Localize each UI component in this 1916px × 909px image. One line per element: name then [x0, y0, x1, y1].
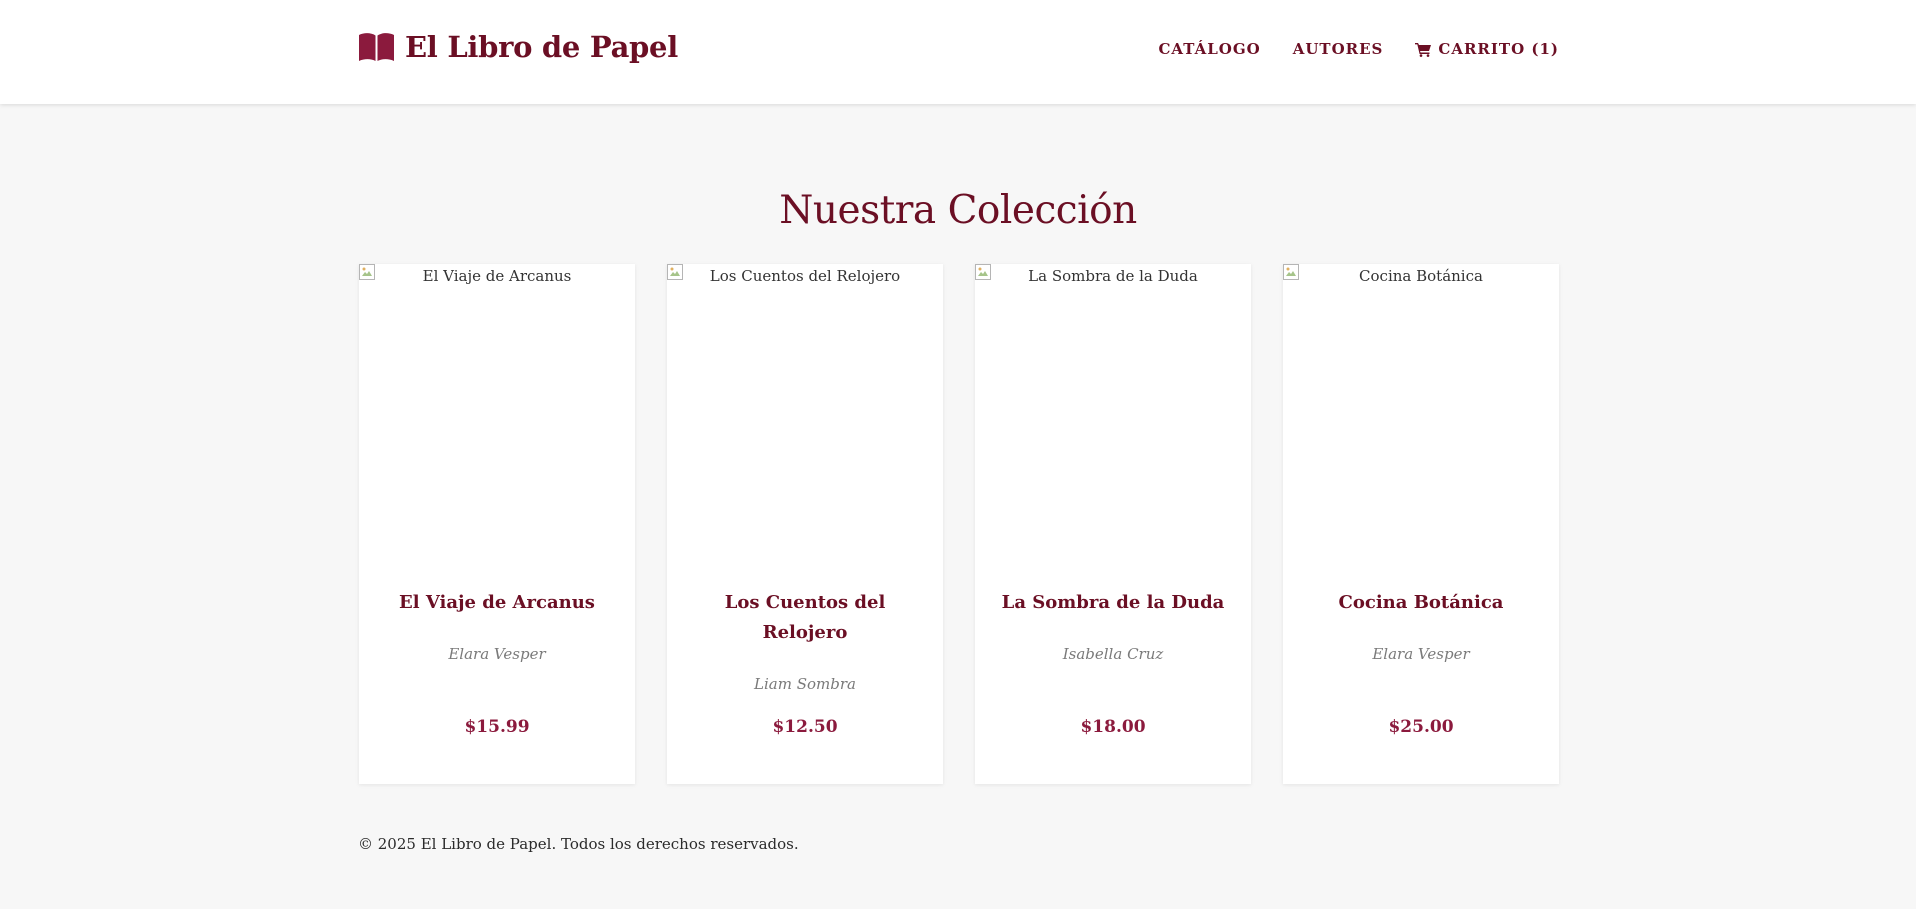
book-price: $15.99 — [464, 717, 530, 737]
cover-alt-text: Los Cuentos del Relojero — [709, 267, 901, 285]
cover-alt-text: El Viaje de Arcanus — [422, 267, 572, 285]
book-card[interactable]: El Viaje de Arcanus El Viaje de Arcanus … — [359, 264, 635, 784]
main-nav: CATÁLOGO AUTORES CARRITO (1) — [1158, 40, 1559, 58]
book-grid: El Viaje de Arcanus El Viaje de Arcanus … — [359, 264, 1559, 784]
book-card[interactable]: Los Cuentos del Relojero Los Cuentos del… — [667, 264, 943, 784]
brand-name: El Libro de Papel — [405, 30, 678, 64]
book-price: $25.00 — [1388, 717, 1454, 737]
cover-alt-text: La Sombra de la Duda — [1028, 267, 1198, 285]
book-price: $12.50 — [772, 717, 838, 737]
cart-icon — [1415, 42, 1432, 57]
open-book-icon — [359, 33, 394, 61]
brand-logo-link[interactable]: El Libro de Papel — [358, 30, 678, 64]
book-cover-image[interactable]: Los Cuentos del Relojero — [667, 264, 943, 554]
book-cover-image[interactable]: La Sombra de la Duda — [975, 264, 1251, 554]
nav-carrito-label: CARRITO (1) — [1438, 40, 1559, 58]
cover-alt-text: Cocina Botánica — [1359, 267, 1483, 285]
book-title[interactable]: El Viaje de Arcanus — [379, 588, 615, 618]
site-header: El Libro de Papel CATÁLOGO AUTORES CARRI… — [0, 0, 1916, 104]
book-title[interactable]: Los Cuentos del Relojero — [687, 588, 923, 648]
book-card[interactable]: Cocina Botánica Cocina Botánica Elara Ve… — [1283, 264, 1559, 784]
book-price: $18.00 — [1080, 717, 1146, 737]
book-author: Liam Sombra — [754, 675, 856, 693]
nav-carrito-link[interactable]: CARRITO (1) — [1415, 40, 1559, 58]
nav-autores-link[interactable]: AUTORES — [1293, 40, 1384, 58]
book-title[interactable]: Cocina Botánica — [1303, 588, 1539, 618]
book-title[interactable]: La Sombra de la Duda — [995, 588, 1231, 618]
book-author: Elara Vesper — [448, 645, 546, 663]
nav-catalogo-link[interactable]: CATÁLOGO — [1158, 40, 1260, 58]
book-cover-image[interactable]: El Viaje de Arcanus — [359, 264, 635, 554]
book-cover-image[interactable]: Cocina Botánica — [1283, 264, 1559, 554]
book-author: Isabella Cruz — [1062, 645, 1164, 663]
footer-copyright: © 2025 El Libro de Papel. Todos los dere… — [358, 835, 799, 853]
book-card[interactable]: La Sombra de la Duda La Sombra de la Dud… — [975, 264, 1251, 784]
book-author: Elara Vesper — [1372, 645, 1470, 663]
page-title: Nuestra Colección — [779, 188, 1137, 233]
